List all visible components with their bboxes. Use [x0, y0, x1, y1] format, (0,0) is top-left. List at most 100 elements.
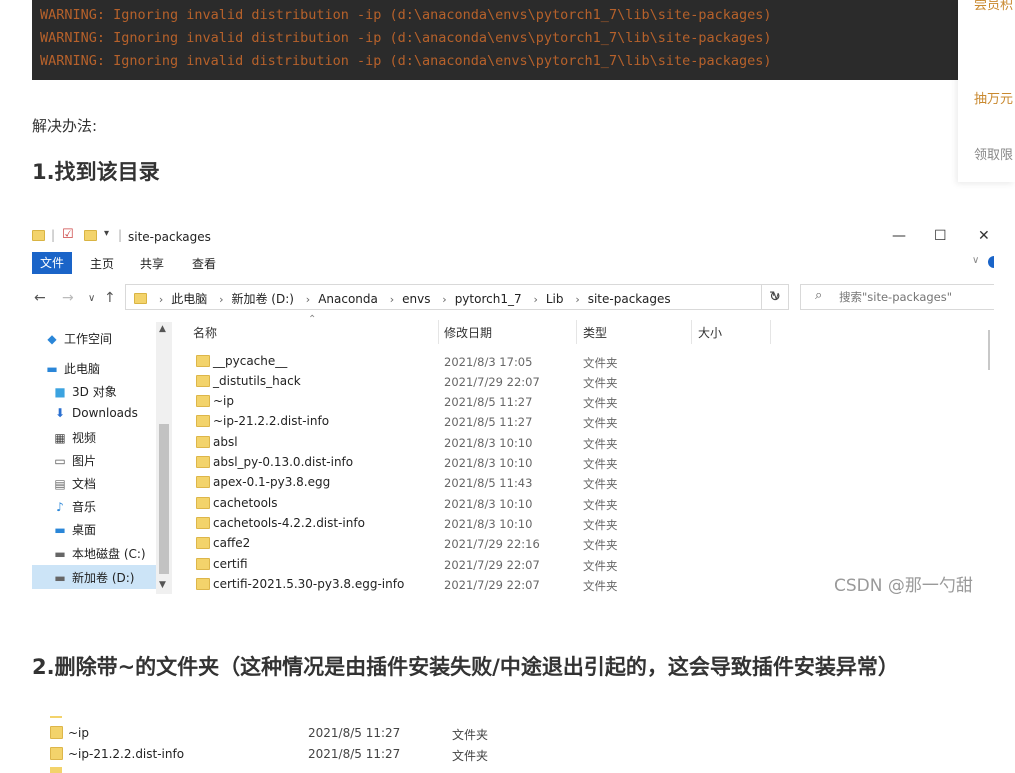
folder-icon: [32, 230, 45, 241]
nav-item-pictures[interactable]: ▭ 图片: [52, 452, 96, 469]
help-icon[interactable]: [988, 256, 994, 268]
folder-icon: [196, 476, 210, 488]
recent-chevron-icon[interactable]: ∨: [88, 293, 95, 304]
desktop-icon: ▬: [54, 523, 66, 537]
column-divider[interactable]: [691, 320, 692, 344]
title-bar: | ☑ ▾ | site-packages — ☐ ✕: [32, 222, 994, 252]
column-date[interactable]: 修改日期: [444, 324, 492, 341]
new-folder-icon[interactable]: [84, 230, 97, 241]
step2-heading: 2.删除带~的文件夹（这种情况是由插件安装失败/中途退出引起的，这会导致插件安装…: [32, 655, 899, 679]
side-promo-panel: 尝员积 抽万元 领取限: [958, 0, 1015, 182]
close-button[interactable]: ✕: [978, 228, 990, 244]
breadcrumb-envs[interactable]: envs: [402, 292, 430, 306]
separator: |: [51, 228, 56, 242]
maximize-button[interactable]: ☐: [934, 228, 947, 244]
search-box[interactable]: ⌕: [800, 284, 994, 310]
customize-qa-icon[interactable]: ▾: [104, 228, 109, 239]
tab-share[interactable]: 共享: [140, 255, 164, 272]
drive-icon: ▬: [54, 547, 66, 561]
folder-icon: [50, 747, 63, 760]
picture-icon: ▭: [54, 454, 66, 468]
breadcrumb-this-pc[interactable]: 此电脑: [171, 292, 207, 306]
column-type[interactable]: 类型: [583, 324, 607, 341]
folder-icon: [196, 415, 210, 427]
address-bar[interactable]: › 此电脑 › 新加卷 (D:) › Anaconda › envs › pytorch1…: [125, 284, 789, 310]
nav-item-videos[interactable]: ▦ 视频: [52, 429, 96, 446]
tab-view[interactable]: 查看: [192, 255, 216, 272]
breadcrumb-pytorch[interactable]: pytorch1_7: [455, 292, 522, 306]
scroll-up-icon[interactable]: ▲: [159, 324, 166, 334]
ribbon: 文件 主页 共享 查看 ∨: [32, 252, 994, 276]
nav-item-local-disk-c[interactable]: ▬ 本地磁盘 (C:): [52, 545, 145, 562]
download-icon: ⬇: [54, 406, 66, 420]
breadcrumb-lib[interactable]: Lib: [546, 292, 564, 306]
table-row[interactable]: absl_py-0.13.0.dist-info 2021/8/3 10:10 文件…: [182, 453, 994, 473]
expand-ribbon-icon[interactable]: ∨: [972, 255, 979, 266]
table-row[interactable]: cachetools-4.2.2.dist-info 2021/8/3 10:10…: [182, 514, 994, 534]
up-arrow-icon[interactable]: ↑: [104, 290, 116, 306]
back-arrow-icon[interactable]: ←: [34, 290, 46, 306]
file-explorer-window: | ☑ ▾ | site-packages — ☐ ✕ 文件 主页 共享 查看 …: [32, 222, 994, 594]
nav-item-this-pc[interactable]: ▬ 此电脑: [44, 360, 100, 377]
column-divider[interactable]: [770, 320, 771, 344]
csdn-watermark: CSDN @那一勺甜: [834, 576, 973, 596]
table-row[interactable]: __pycache__ 2021/8/3 17:05 文件夹: [182, 352, 994, 372]
folder-icon: [196, 375, 210, 387]
nav-item-desktop[interactable]: ▬ 桌面: [52, 521, 96, 538]
terminal-line: WARNING: Ignoring invalid distribution -…: [40, 30, 772, 46]
breadcrumb-anaconda[interactable]: Anaconda: [318, 292, 378, 306]
table-row[interactable]: _distutils_hack 2021/7/29 22:07 文件夹: [182, 372, 994, 392]
cropped-file-list: ~ip 2021/8/5 11:27 文件夹 ~ip-21.2.2.dist-inf…: [48, 716, 498, 773]
document-icon: ▤: [54, 477, 66, 491]
nav-item-workspace[interactable]: ◆ 工作空间: [44, 330, 112, 347]
nav-item-drive-d[interactable]: ▬ 新加卷 (D:): [52, 569, 134, 586]
nav-item-music[interactable]: ♪ 音乐: [52, 498, 96, 515]
folder-icon: [50, 726, 63, 739]
side-link-claim[interactable]: 领取限: [974, 144, 1013, 163]
search-input[interactable]: [839, 290, 989, 304]
sort-asc-icon: ⌃: [308, 314, 317, 325]
refresh-button[interactable]: ↻: [761, 284, 789, 310]
scroll-down-icon[interactable]: ▼: [159, 580, 166, 590]
tab-home[interactable]: 主页: [90, 255, 114, 272]
list-scrollbar[interactable]: [988, 330, 994, 370]
intro-text: 解决办法:: [32, 117, 98, 135]
window-title: site-packages: [128, 230, 211, 244]
table-row[interactable]: absl 2021/8/3 10:10 文件夹: [182, 433, 994, 453]
folder-icon: [196, 497, 210, 509]
nav-item-3d-objects[interactable]: ■ 3D 对象: [52, 383, 116, 400]
column-size[interactable]: 大小: [698, 324, 722, 341]
file-list: ⌃ 名称 修改日期 类型 大小 __pycache__ 2021/8/3 17:0…: [182, 314, 994, 594]
nav-item-downloads[interactable]: ⬇ Downloads: [52, 406, 138, 420]
folder-icon: [50, 716, 62, 718]
folder-icon: [196, 517, 210, 529]
column-divider[interactable]: [576, 320, 577, 344]
table-row: ~ip 2021/8/5 11:27 文件夹: [48, 724, 498, 744]
column-name[interactable]: 名称: [193, 324, 217, 341]
nav-scrollbar[interactable]: ▲ ▼: [156, 322, 172, 594]
terminal-line: WARNING: Ignoring invalid distribution -…: [40, 7, 772, 23]
breadcrumb-drive-d[interactable]: 新加卷 (D:): [231, 292, 293, 306]
properties-icon[interactable]: ☑: [62, 227, 74, 242]
table-row: ~ip-21.2.2.dist-info 2021/8/5 11:27 文件夹: [48, 745, 498, 765]
breadcrumb-site-packages[interactable]: site-packages: [588, 292, 671, 306]
column-divider[interactable]: [438, 320, 439, 344]
nav-item-documents[interactable]: ▤ 文档: [52, 475, 96, 492]
side-link-lottery[interactable]: 抽万元: [974, 88, 1013, 107]
folder-icon: [196, 456, 210, 468]
table-row[interactable]: caffe2 2021/7/29 22:16 文件夹: [182, 534, 994, 554]
table-row[interactable]: ~ip 2021/8/5 11:27 文件夹: [182, 392, 994, 412]
scrollbar-thumb[interactable]: [159, 424, 169, 574]
minimize-button[interactable]: —: [892, 228, 906, 244]
terminal-line: WARNING: Ignoring invalid distribution -…: [40, 53, 772, 69]
side-link-member[interactable]: 尝员积: [974, 0, 1013, 13]
terminal-output: WARNING: Ignoring invalid distribution -…: [32, 0, 994, 80]
tab-file[interactable]: 文件: [32, 252, 72, 274]
table-row[interactable]: apex-0.1-py3.8.egg 2021/8/5 11:43 文件夹: [182, 473, 994, 493]
star-icon: ◆: [47, 332, 57, 346]
folder-icon: [134, 293, 147, 304]
forward-arrow-icon[interactable]: →: [62, 290, 74, 306]
table-row[interactable]: cachetools 2021/8/3 10:10 文件夹: [182, 494, 994, 514]
drive-icon: ▬: [54, 571, 66, 585]
table-row[interactable]: ~ip-21.2.2.dist-info 2021/8/5 11:27 文件夹: [182, 412, 994, 432]
